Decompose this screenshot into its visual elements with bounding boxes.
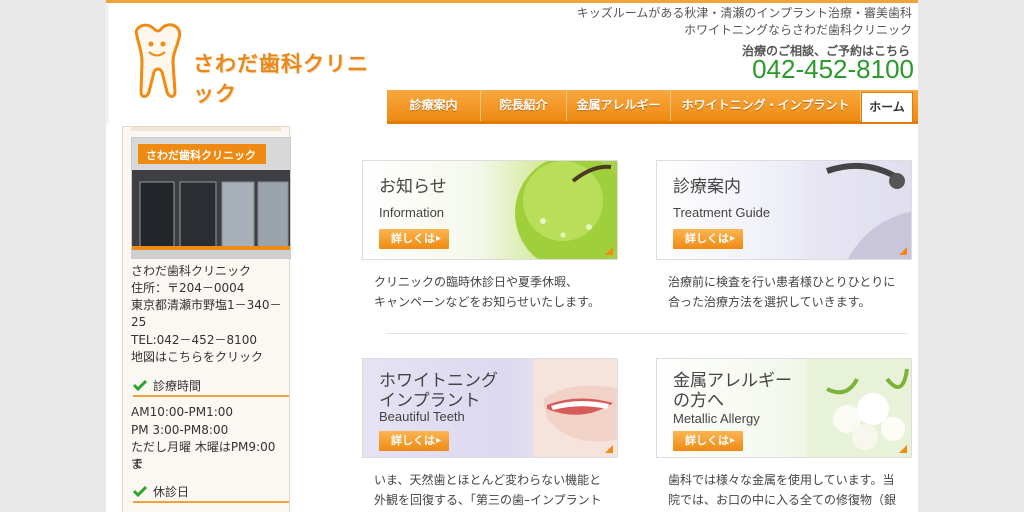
news-more-button[interactable]: 詳しくは (379, 229, 449, 249)
nav-item-whitening-implant[interactable]: ホワイトニング・インプラント (671, 90, 861, 121)
allergy-banner[interactable]: 金属アレルギー の方へ Metallic Allergy 詳しくは (656, 358, 912, 458)
corner-arrow-icon (605, 445, 613, 453)
treatment-desc-line: 治療前に検査を行い患者様ひとりひとりに (668, 275, 896, 289)
whitening-desc-line: 外観を回復する、「第三の歯–インプラント (374, 493, 602, 507)
corner-arrow-icon (899, 445, 907, 453)
main-nav: 診療案内 院長紹介 金属アレルギー ホワイトニング・インプラント ホーム (387, 90, 918, 124)
check-icon (133, 485, 147, 497)
address-street: 東京都清瀬市野塩1－340－ (131, 298, 282, 312)
whitening-subtitle: Beautiful Teeth (379, 409, 465, 424)
logo[interactable]: さわだ歯科クリニック (106, 4, 388, 124)
logo-text: さわだ歯科クリニック (193, 52, 369, 106)
corner-arrow-icon (605, 247, 613, 255)
address-postal: 住所：〒204－0004 (131, 281, 245, 295)
treatment-card: 診療案内 Treatment Guide 詳しくは 治療前に検査を行い患者様ひと… (656, 160, 912, 312)
check-icon (133, 379, 147, 391)
nav-item-director[interactable]: 院長紹介 (481, 90, 567, 121)
clinic-name: さわだ歯科クリニック (131, 264, 252, 278)
page: さわだ歯科クリニック キッズルームがある秋津・清瀬のインプラント治療・審美歯科 … (106, 0, 918, 512)
allergy-title-line: 金属アレルギー (673, 371, 792, 391)
news-desc-line: キャンペーンなどをお知らせいたします。 (374, 295, 600, 309)
news-subtitle: Information (379, 205, 445, 220)
news-description: クリニックの臨時休診日や夏季休暇、 キャンペーンなどをお知らせいたします。 (362, 272, 618, 312)
treatment-banner[interactable]: 診療案内 Treatment Guide 詳しくは (656, 160, 912, 260)
store-sign-text: さわだ歯科クリニック (146, 148, 256, 162)
whitening-description: いま、天然歯とほとんど変わらない機能と 外観を回復する、「第三の歯–インプラント (362, 470, 618, 510)
header-tagline: キッズルームがある秋津・清瀬のインプラント治療・審美歯科 (576, 6, 912, 20)
smile-image (533, 359, 617, 457)
allergy-description: 歯科では様々な金属を使用しています。当 院では、お口の中に入る全ての修復物（銀 (656, 470, 912, 510)
storefront-image: さわだ歯科クリニック (132, 138, 290, 258)
hours-note-cont: で (131, 457, 144, 471)
dental-chair-image (807, 161, 911, 259)
news-desc-line: クリニックの臨時休診日や夏季休暇、 (374, 275, 579, 289)
apple-image (515, 161, 617, 259)
phone-number[interactable]: 042-452-8100 (752, 54, 914, 85)
nav-item-treatment[interactable]: 診療案内 (387, 90, 481, 121)
allergy-subtitle: Metallic Allergy (673, 411, 760, 426)
hours-morning: AM10:00-PM1:00 (131, 405, 234, 419)
whitening-title-line: インプラント (379, 391, 481, 411)
address-street-cont: 25 (131, 315, 147, 329)
whitening-banner[interactable]: ホワイトニング インプラント Beautiful Teeth 詳しくは (362, 358, 618, 458)
allergy-title-line: の方へ (673, 391, 724, 411)
news-card: お知らせ Information 詳しくは クリニックの臨時休診日や夏季休暇、 … (362, 160, 618, 312)
whitening-title: ホワイトニング インプラント (379, 371, 498, 411)
allergy-desc-line: 院では、お口の中に入る全ての修復物（銀 (668, 493, 897, 507)
tooth-logo-icon (134, 23, 182, 98)
treatment-more-button[interactable]: 詳しくは (673, 229, 743, 249)
nav-item-home[interactable]: ホーム (861, 92, 913, 122)
whitening-more-button[interactable]: 詳しくは (379, 431, 449, 451)
news-banner[interactable]: お知らせ Information 詳しくは (362, 160, 618, 260)
whitening-title-line: ホワイトニング (379, 371, 498, 391)
treatment-title: 診療案内 (673, 177, 741, 197)
hours-heading: 診療時間 (133, 377, 289, 397)
allergy-card: 金属アレルギー の方へ Metallic Allergy 詳しくは 歯科では様々… (656, 358, 912, 510)
section-divider (386, 333, 908, 334)
whitening-card: ホワイトニング インプラント Beautiful Teeth 詳しくは いま、天… (362, 358, 618, 510)
treatment-desc-line: 合った治療方法を選択していきます。 (668, 295, 871, 309)
corner-arrow-icon (899, 247, 907, 255)
clinic-storefront-photo: さわだ歯科クリニック (131, 137, 291, 259)
allergy-more-button[interactable]: 詳しくは (673, 431, 743, 451)
whitening-desc-line: いま、天然歯とほとんど変わらない機能と (374, 473, 602, 487)
treatment-subtitle: Treatment Guide (673, 205, 771, 220)
telephone: TEL:042－452－8100 (131, 333, 257, 347)
map-link[interactable]: 地図はこちらをクリック (131, 349, 287, 366)
header-tagline: ホワイトニングならさわだ歯科クリニック (683, 23, 912, 37)
treatment-description: 治療前に検査を行い患者様ひとりひとりに 合った治療方法を選択していきます。 (656, 272, 912, 312)
closed-heading-label: 休診日 (153, 485, 190, 499)
allergy-desc-line: 歯科では様々な金属を使用しています。当 (668, 473, 895, 487)
nav-item-metal-allergy[interactable]: 金属アレルギー (567, 90, 671, 121)
closed-heading: 休診日 (133, 483, 289, 503)
hours-afternoon: PM 3:00-PM8:00 (131, 423, 229, 437)
news-title: お知らせ (379, 177, 447, 197)
allergy-title: 金属アレルギー の方へ (673, 371, 792, 411)
flowers-image (807, 359, 911, 457)
hours-heading-label: 診療時間 (153, 379, 202, 393)
sidebar: さわだ歯科クリニック さわだ歯科クリニック 住所：〒204－0004 東京都清瀬… (122, 126, 291, 512)
